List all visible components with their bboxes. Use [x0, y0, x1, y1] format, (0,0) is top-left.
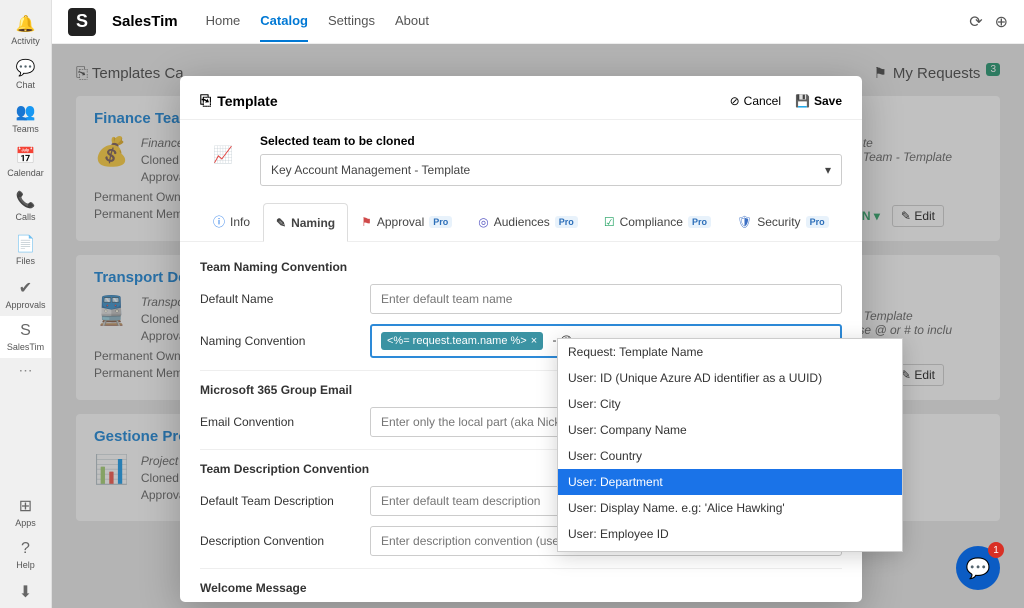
- sidebar-item-approvals[interactable]: ✔Approvals: [0, 272, 51, 316]
- logo: S: [68, 8, 96, 36]
- expression-token[interactable]: <%= request.team.name %> ×: [381, 332, 543, 350]
- tab-info[interactable]: ⓘInfo: [200, 202, 263, 241]
- tab-naming[interactable]: ✎Naming: [263, 203, 348, 242]
- tab-approval[interactable]: ⚑ApprovalPro: [348, 202, 465, 241]
- suggestion-dropdown[interactable]: Request: Template NameUser: ID (Unique A…: [557, 338, 903, 552]
- suggestion-item[interactable]: User: Employee ID: [558, 521, 902, 547]
- tab-security[interactable]: 🛡SecurityPro: [724, 202, 842, 241]
- modal-tabs: ⓘInfo ✎Naming ⚑ApprovalPro ◎AudiencesPro…: [180, 202, 862, 242]
- chat-icon: 💬: [16, 58, 36, 78]
- navtab-home[interactable]: Home: [206, 1, 241, 42]
- sidebar-item-help[interactable]: ?Help: [0, 534, 51, 576]
- modal-title: ⎘ Template: [200, 92, 278, 109]
- navtab-catalog[interactable]: Catalog: [260, 1, 308, 42]
- sidebar-item-apps[interactable]: ⊞Apps: [0, 490, 51, 534]
- clone-label: Selected team to be cloned: [260, 134, 842, 148]
- suggestion-item[interactable]: User: Company Name: [558, 417, 902, 443]
- tab-audiences[interactable]: ◎AudiencesPro: [465, 202, 591, 241]
- sidebar-item-download[interactable]: ⬇: [0, 576, 51, 608]
- files-icon: 📄: [16, 234, 36, 254]
- salestim-icon: S: [20, 322, 31, 340]
- field-label: Default Team Description: [200, 494, 370, 508]
- suggestion-item[interactable]: User: Department: [558, 469, 902, 495]
- suggestion-item[interactable]: User: Given Name: [558, 547, 902, 552]
- sidebar-item-files[interactable]: 📄Files: [0, 228, 51, 272]
- navtab-settings[interactable]: Settings: [328, 1, 375, 42]
- help-icon: ?: [21, 540, 30, 558]
- sidebar-item-calls[interactable]: 📞Calls: [0, 184, 51, 228]
- approvals-icon: ✔: [19, 278, 32, 298]
- section-heading: Team Naming Convention: [200, 260, 842, 274]
- default-name-input[interactable]: [370, 284, 842, 314]
- save-button[interactable]: 💾 Save: [795, 94, 842, 108]
- clone-team-select[interactable]: Key Account Management - Template▾: [260, 154, 842, 186]
- sidebar-item-activity[interactable]: 🔔Activity: [0, 8, 51, 52]
- tab-compliance[interactable]: ☑CompliancePro: [591, 202, 724, 241]
- suggestion-item[interactable]: User: ID (Unique Azure AD identifier as …: [558, 365, 902, 391]
- template-thumbnail: 📈: [200, 134, 246, 176]
- sidebar-item-teams[interactable]: 👥Teams: [0, 96, 51, 140]
- refresh-icon[interactable]: ⟳: [969, 12, 982, 32]
- chat-notification-badge: 1: [988, 542, 1004, 558]
- suggestion-item[interactable]: User: City: [558, 391, 902, 417]
- field-label: Email Convention: [200, 415, 370, 429]
- remove-token-icon[interactable]: ×: [531, 335, 537, 347]
- suggestion-item[interactable]: Request: Template Name: [558, 339, 902, 365]
- chat-widget[interactable]: 💬1: [956, 546, 1000, 590]
- topbar: S SalesTim Home Catalog Settings About ⟳…: [52, 0, 1024, 44]
- section-heading: Welcome Message: [200, 581, 842, 595]
- sidebar-item-calendar[interactable]: 📅Calendar: [0, 140, 51, 184]
- field-label: Default Name: [200, 292, 370, 306]
- cancel-button[interactable]: ⊘ Cancel: [730, 94, 781, 108]
- sidebar-item-salestim[interactable]: SSalesTim: [0, 316, 51, 358]
- download-icon: ⬇: [19, 582, 32, 602]
- app-sidebar: 🔔Activity 💬Chat 👥Teams 📅Calendar 📞Calls …: [0, 0, 52, 608]
- brand-name: SalesTim: [112, 13, 178, 30]
- field-label: Description Convention: [200, 534, 370, 548]
- navtab-about[interactable]: About: [395, 1, 429, 42]
- apps-icon: ⊞: [19, 496, 32, 516]
- teams-icon: 👥: [16, 102, 36, 122]
- bell-icon: 🔔: [16, 14, 36, 34]
- calendar-icon: 📅: [16, 146, 36, 166]
- field-label: Naming Convention: [200, 334, 370, 348]
- suggestion-item[interactable]: User: Country: [558, 443, 902, 469]
- globe-icon[interactable]: ⊕: [995, 12, 1008, 32]
- sidebar-item-chat[interactable]: 💬Chat: [0, 52, 51, 96]
- calls-icon: 📞: [16, 190, 36, 210]
- suggestion-item[interactable]: User: Display Name. e.g: 'Alice Hawking': [558, 495, 902, 521]
- chevron-down-icon: ▾: [825, 163, 831, 177]
